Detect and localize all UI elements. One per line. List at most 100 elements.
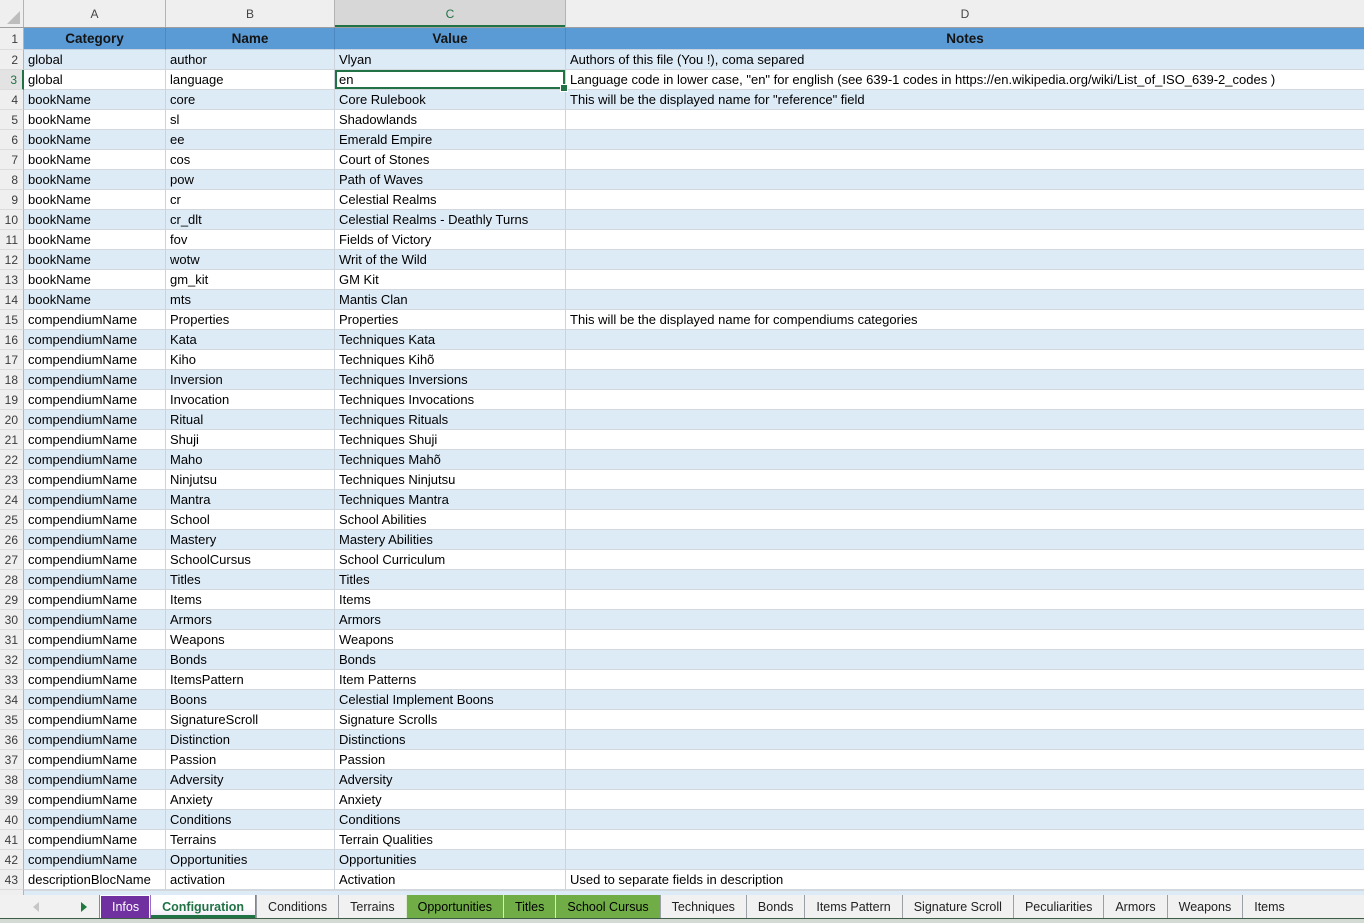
cell-name[interactable]: gm_kit [166,270,335,290]
row-number[interactable]: 13 [0,270,24,290]
column-header-a[interactable]: A [24,0,166,27]
cell-name[interactable]: Invocation [166,390,335,410]
cell-name[interactable]: cos [166,150,335,170]
cell-name[interactable]: SignatureScroll [166,710,335,730]
cell-category[interactable]: compendiumName [24,510,166,530]
cell-notes[interactable] [566,170,1364,190]
cell-notes[interactable] [566,370,1364,390]
cell-category[interactable]: compendiumName [24,490,166,510]
cell-notes[interactable]: This will be the displayed name for "ref… [566,90,1364,110]
cell-notes[interactable] [566,830,1364,850]
cell-value[interactable]: School Curriculum [335,550,566,570]
row-number[interactable]: 31 [0,630,24,650]
cell-notes[interactable] [566,270,1364,290]
cell-name[interactable]: ee [166,130,335,150]
cell-name[interactable]: core [166,90,335,110]
cell-category[interactable]: bookName [24,90,166,110]
cell-notes[interactable] [566,230,1364,250]
cell-category[interactable]: bookName [24,190,166,210]
cell-name[interactable]: School [166,510,335,530]
cell-name[interactable]: Properties [166,310,335,330]
cell-category[interactable]: compendiumName [24,530,166,550]
cell-notes[interactable] [566,550,1364,570]
row-number[interactable]: 9 [0,190,24,210]
cell-category[interactable]: bookName [24,110,166,130]
cell-category[interactable]: compendiumName [24,410,166,430]
cell-category[interactable]: compendiumName [24,550,166,570]
next-sheets-arrow-icon[interactable] [81,902,87,912]
sheet-tab-titles[interactable]: Titles [503,895,555,918]
row-number[interactable]: 26 [0,530,24,550]
cell-notes[interactable] [566,810,1364,830]
cell-name[interactable]: Items [166,590,335,610]
cell-category[interactable]: bookName [24,210,166,230]
cell-notes[interactable] [566,710,1364,730]
cell-notes[interactable] [566,290,1364,310]
cell-category[interactable]: global [24,70,166,90]
cell-name[interactable]: author [166,50,335,70]
cell-notes[interactable] [566,410,1364,430]
cell-value[interactable]: Item Patterns [335,670,566,690]
row-number[interactable]: 17 [0,350,24,370]
cell-name[interactable]: SchoolCursus [166,550,335,570]
cell-name[interactable]: wotw [166,250,335,270]
header-cell-value[interactable]: Value [335,28,566,50]
cell-notes[interactable]: Used to separate fields in description [566,870,1364,890]
row-number[interactable]: 12 [0,250,24,270]
cell-category[interactable]: compendiumName [24,690,166,710]
row-number[interactable]: 36 [0,730,24,750]
cell-name[interactable]: Armors [166,610,335,630]
cell-notes[interactable] [566,190,1364,210]
cell-value[interactable]: Activation [335,870,566,890]
cell-value[interactable]: Techniques Rituals [335,410,566,430]
cell-notes[interactable] [566,610,1364,630]
sheet-tab-configuration[interactable]: Configuration [150,895,256,918]
row-number[interactable]: 20 [0,410,24,430]
cell-notes[interactable] [566,590,1364,610]
cell-value[interactable]: Vlyan [335,50,566,70]
cell-category[interactable]: compendiumName [24,650,166,670]
cell-category[interactable]: compendiumName [24,470,166,490]
cell-value[interactable]: Techniques Inversions [335,370,566,390]
cell-category[interactable]: compendiumName [24,730,166,750]
cell-category[interactable]: compendiumName [24,810,166,830]
cell-category[interactable]: compendiumName [24,310,166,330]
cell-value[interactable]: Properties [335,310,566,330]
cell-category[interactable]: compendiumName [24,830,166,850]
sheet-tab-items[interactable]: Items [1242,895,1296,918]
row-number[interactable]: 24 [0,490,24,510]
cell-notes[interactable] [566,130,1364,150]
cell-value[interactable]: Terrain Qualities [335,830,566,850]
active-cell[interactable]: en [335,70,566,90]
cell-value[interactable]: Techniques Ninjutsu [335,470,566,490]
cell-category[interactable]: bookName [24,290,166,310]
header-cell-name[interactable]: Name [166,28,335,50]
cell-name[interactable]: Adversity [166,770,335,790]
cell-category[interactable]: bookName [24,150,166,170]
row-number[interactable]: 1 [0,28,24,50]
cell-notes[interactable] [566,430,1364,450]
cell-value[interactable]: Weapons [335,630,566,650]
row-number[interactable]: 33 [0,670,24,690]
header-cell-notes[interactable]: Notes [566,28,1364,50]
row-number[interactable]: 2 [0,50,24,70]
cell-value[interactable]: Armors [335,610,566,630]
cell-category[interactable]: compendiumName [24,790,166,810]
sheet-tab-items-pattern[interactable]: Items Pattern [804,895,901,918]
cell-category[interactable]: compendiumName [24,630,166,650]
cell-notes[interactable] [566,490,1364,510]
row-number[interactable]: 39 [0,790,24,810]
row-number[interactable]: 29 [0,590,24,610]
cell-category[interactable]: descriptionBlocName [24,870,166,890]
cell-category[interactable]: compendiumName [24,850,166,870]
cell-value[interactable]: Titles [335,570,566,590]
cell-category[interactable]: compendiumName [24,390,166,410]
row-number[interactable]: 10 [0,210,24,230]
cell-name[interactable]: activation [166,870,335,890]
cell-name[interactable]: cr_dlt [166,210,335,230]
cell-name[interactable]: cr [166,190,335,210]
cell-notes[interactable] [566,250,1364,270]
cell-notes[interactable]: This will be the displayed name for comp… [566,310,1364,330]
row-number[interactable]: 38 [0,770,24,790]
cell-category[interactable]: compendiumName [24,370,166,390]
